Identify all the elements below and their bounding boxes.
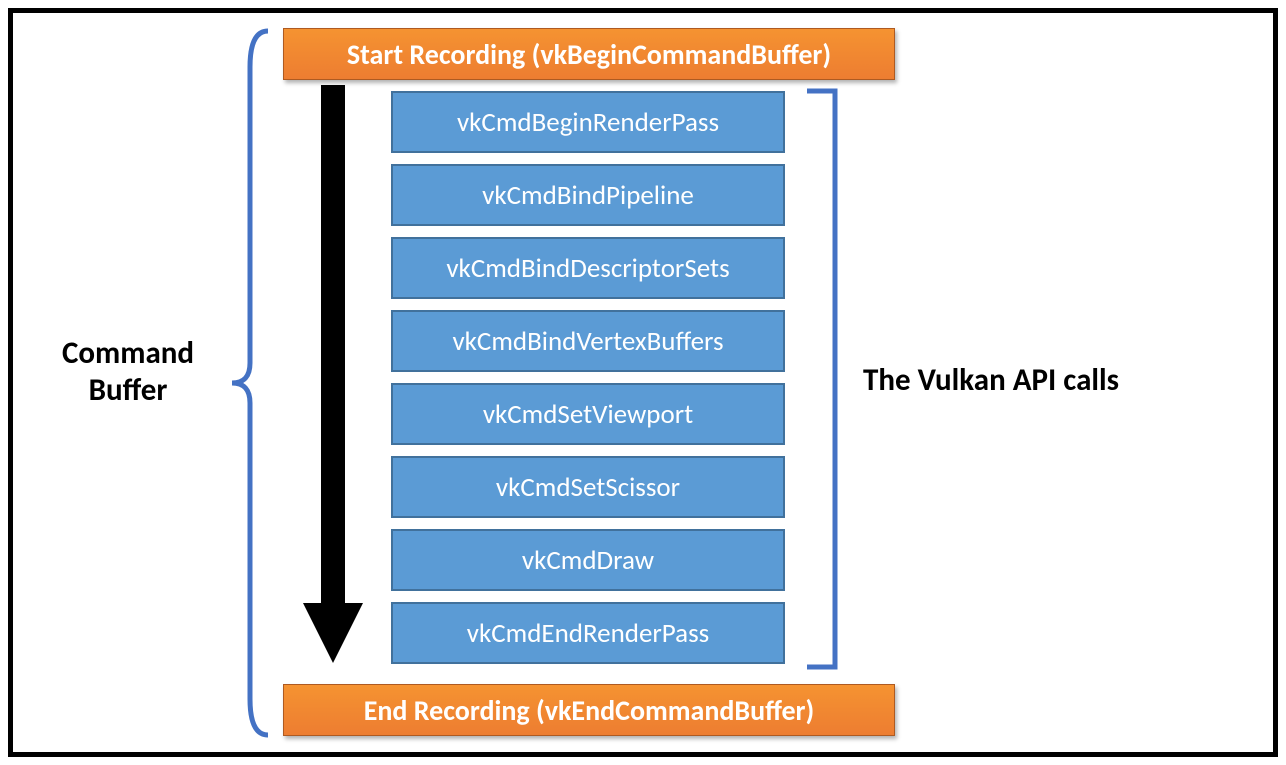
end-recording-label: End Recording (vkEndCommandBuffer) (364, 693, 815, 728)
cmd-box: vkCmdBeginRenderPass (391, 91, 785, 153)
cmd-label: vkCmdDraw (522, 544, 654, 577)
diagram-frame: Start Recording (vkBeginCommandBuffer) v… (8, 8, 1278, 757)
cmd-label: vkCmdSetScissor (496, 471, 680, 504)
start-recording-box: Start Recording (vkBeginCommandBuffer) (283, 28, 895, 80)
command-list: vkCmdBeginRenderPass vkCmdBindPipeline v… (391, 91, 785, 675)
cmd-box: vkCmdSetScissor (391, 456, 785, 518)
end-recording-box: End Recording (vkEndCommandBuffer) (283, 684, 895, 736)
cmd-box: vkCmdBindPipeline (391, 164, 785, 226)
cmd-label: vkCmdSetViewport (483, 398, 693, 431)
cmd-label: vkCmdEndRenderPass (467, 617, 709, 650)
label-line1: Command (62, 334, 194, 372)
left-brace-icon (228, 27, 270, 739)
cmd-label: vkCmdBindPipeline (482, 179, 694, 212)
flow-arrow-icon (303, 85, 363, 665)
cmd-box: vkCmdSetViewport (391, 383, 785, 445)
right-bracket-icon (805, 87, 847, 671)
cmd-label: vkCmdBindVertexBuffers (452, 325, 723, 358)
cmd-box: vkCmdBindVertexBuffers (391, 310, 785, 372)
label-line2: Buffer (89, 371, 168, 409)
cmd-box: vkCmdDraw (391, 529, 785, 591)
diagram-content: Start Recording (vkBeginCommandBuffer) v… (13, 13, 1273, 752)
cmd-label: vkCmdBeginRenderPass (457, 106, 719, 139)
command-buffer-label: Command Buffer (38, 335, 218, 409)
start-recording-label: Start Recording (vkBeginCommandBuffer) (347, 37, 831, 72)
right-label-text: The Vulkan API calls (863, 361, 1119, 399)
cmd-box: vkCmdBindDescriptorSets (391, 237, 785, 299)
cmd-box: vkCmdEndRenderPass (391, 602, 785, 664)
vulkan-api-calls-label: The Vulkan API calls (863, 361, 1273, 399)
cmd-label: vkCmdBindDescriptorSets (446, 252, 729, 285)
